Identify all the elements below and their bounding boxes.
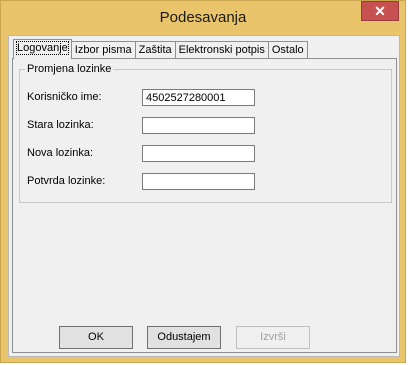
- tab-zastita[interactable]: Zaštita: [134, 41, 176, 59]
- dialog-client-area: Logovanje Izbor pisma Zaštita Elektronsk…: [8, 35, 400, 357]
- confirm-password-field[interactable]: [142, 173, 255, 190]
- ok-button[interactable]: OK: [59, 326, 133, 349]
- new-password-field[interactable]: [142, 145, 255, 162]
- username-field[interactable]: [142, 89, 255, 106]
- close-button[interactable]: ✕: [361, 1, 399, 21]
- new-password-label: Nova lozinka:: [27, 147, 94, 159]
- tab-ostalo[interactable]: Ostalo: [267, 41, 308, 59]
- title-bar[interactable]: Podesavanja ✕: [1, 1, 405, 35]
- close-icon: ✕: [374, 3, 386, 19]
- cancel-button[interactable]: Odustajem: [147, 326, 221, 349]
- tab-izbor-pisma[interactable]: Izbor pisma: [70, 41, 136, 59]
- apply-button[interactable]: Izvrši: [236, 326, 310, 349]
- tab-elektronski-potpis[interactable]: Elektronski potpis: [174, 41, 269, 59]
- old-password-field[interactable]: [142, 117, 255, 134]
- old-password-label: Stara lozinka:: [27, 119, 94, 131]
- confirm-password-label: Potvrda lozinke:: [27, 175, 106, 187]
- tab-logovanje[interactable]: Logovanje: [13, 39, 72, 59]
- settings-window: Podesavanja ✕ Logovanje Izbor pisma Zašt…: [0, 0, 406, 363]
- group-title: Promjena lozinke: [25, 63, 114, 75]
- username-label: Korisničko ime:: [27, 91, 102, 103]
- tab-strip: Logovanje Izbor pisma Zaštita Elektronsk…: [13, 39, 308, 59]
- window-title: Podesavanja: [159, 9, 247, 26]
- tab-panel: Promjena lozinke Korisničko ime: Stara l…: [12, 58, 397, 353]
- password-change-group: Promjena lozinke Korisničko ime: Stara l…: [19, 63, 392, 203]
